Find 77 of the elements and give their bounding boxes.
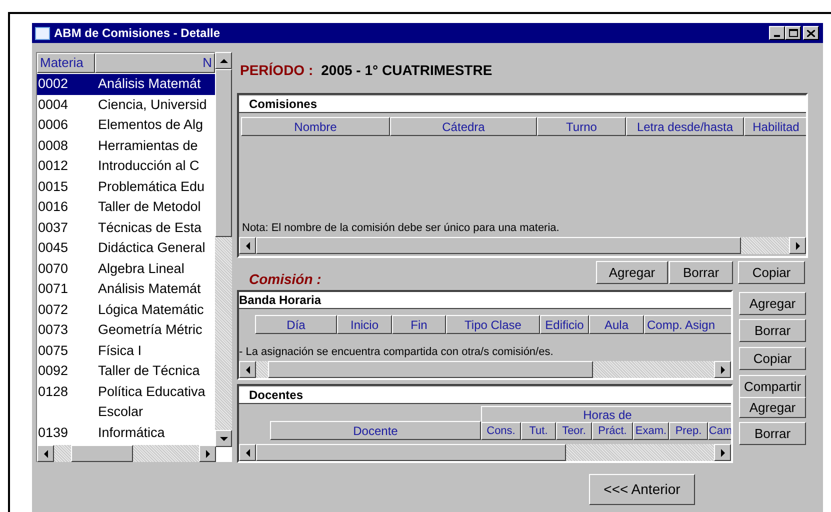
action-button[interactable]: Borrar: [739, 422, 806, 445]
scroll-left-button[interactable]: [239, 444, 256, 461]
maximize-icon: [788, 29, 798, 37]
action-button[interactable]: Agregar: [739, 397, 806, 418]
column-header[interactable]: Materia: [37, 53, 95, 73]
scroll-right-button[interactable]: [789, 237, 806, 254]
action-button[interactable]: Copiar: [739, 347, 806, 370]
action-button[interactable]: <<< Anterior: [589, 474, 695, 505]
column-header[interactable]: Letra desde/hasta: [626, 117, 744, 136]
scrollbar-thumb[interactable]: [256, 444, 566, 461]
column-header[interactable]: Prep.: [669, 422, 708, 440]
scroll-left-button[interactable]: [239, 237, 256, 254]
down-arrow-icon: [220, 436, 228, 442]
panel-title: Comisiones: [239, 96, 806, 113]
list-row[interactable]: 0002 Análisis Matemát: [37, 74, 215, 94]
column-header[interactable]: Cam: [708, 422, 731, 440]
left-arrow-icon: [42, 450, 48, 458]
column-header[interactable]: N: [95, 53, 215, 73]
action-button[interactable]: Compartir: [739, 375, 806, 398]
scroll-right-button[interactable]: [714, 361, 731, 378]
panel-title: Banda Horaria: [239, 292, 731, 309]
column-header[interactable]: Comp. Asign: [644, 315, 731, 334]
horizontal-scrollbar[interactable]: [239, 444, 731, 461]
close-button[interactable]: [803, 26, 819, 40]
left-arrow-icon: [244, 366, 250, 374]
scroll-right-button[interactable]: [199, 445, 216, 462]
right-arrow-icon: [720, 448, 726, 456]
scrollbar-thumb[interactable]: [71, 445, 133, 462]
note-text: Nota: El nombre de la comisión debe ser único para una materia.: [241, 220, 560, 236]
commission-label: Comisión :: [249, 270, 322, 288]
horizontal-scrollbar[interactable]: [239, 361, 731, 378]
up-arrow-icon: [220, 58, 228, 64]
vertical-scrollbar[interactable]: [215, 52, 232, 447]
column-header[interactable]: Tipo Clase: [446, 315, 540, 334]
minimize-icon: [774, 35, 780, 37]
scroll-up-button[interactable]: [215, 52, 232, 69]
column-header[interactable]: Cátedra: [390, 117, 537, 136]
column-header[interactable]: Teor.: [556, 422, 592, 440]
left-arrow-icon: [244, 448, 250, 456]
panel-title: Docentes: [239, 387, 731, 404]
action-button[interactable]: Borrar: [739, 319, 806, 342]
column-header[interactable]: Cons.: [481, 422, 521, 440]
note-text: - La asignación se encuentra compartida con otra/s comisión/es.: [239, 344, 554, 360]
scrollbar-thumb[interactable]: [215, 69, 232, 237]
right-arrow-icon: [204, 450, 210, 458]
maximize-button[interactable]: [785, 26, 801, 40]
window-title: ABM de Comisiones - Detalle: [54, 25, 222, 42]
scroll-left-button[interactable]: [37, 445, 54, 462]
column-header[interactable]: Docente: [270, 421, 481, 440]
scroll-right-button[interactable]: [714, 444, 731, 461]
column-header[interactable]: Fin: [392, 315, 446, 334]
action-button[interactable]: Agregar: [596, 261, 668, 284]
column-header[interactable]: Nombre: [241, 117, 390, 136]
scroll-left-button[interactable]: [239, 361, 256, 378]
column-header[interactable]: Tut.: [521, 422, 556, 440]
window-icon: [35, 26, 50, 40]
column-header[interactable]: Exam.: [633, 422, 669, 440]
period-label: PERÍODO :: [240, 60, 314, 80]
column-header[interactable]: Práct.: [592, 422, 633, 440]
column-header[interactable]: Inicio: [337, 315, 392, 334]
action-button[interactable]: Agregar: [739, 292, 806, 315]
right-arrow-icon: [720, 366, 726, 374]
column-header[interactable]: Aula: [589, 315, 644, 334]
minimize-button[interactable]: [769, 26, 785, 40]
horizontal-scrollbar[interactable]: [37, 445, 216, 462]
action-button[interactable]: Borrar: [669, 261, 733, 284]
period-value: 2005 - 1° CUATRIMESTRE: [321, 60, 492, 80]
column-header[interactable]: Día: [255, 315, 337, 334]
column-header[interactable]: Habilitad: [744, 117, 806, 136]
scrollbar-thumb[interactable]: [268, 361, 593, 378]
column-header[interactable]: Turno: [537, 117, 626, 136]
close-icon: [807, 30, 815, 36]
action-button[interactable]: Copiar: [738, 261, 805, 284]
scroll-down-button[interactable]: [215, 430, 232, 447]
right-arrow-icon: [794, 242, 800, 250]
column-header[interactable]: Edificio: [540, 315, 589, 334]
left-arrow-icon: [244, 242, 250, 250]
